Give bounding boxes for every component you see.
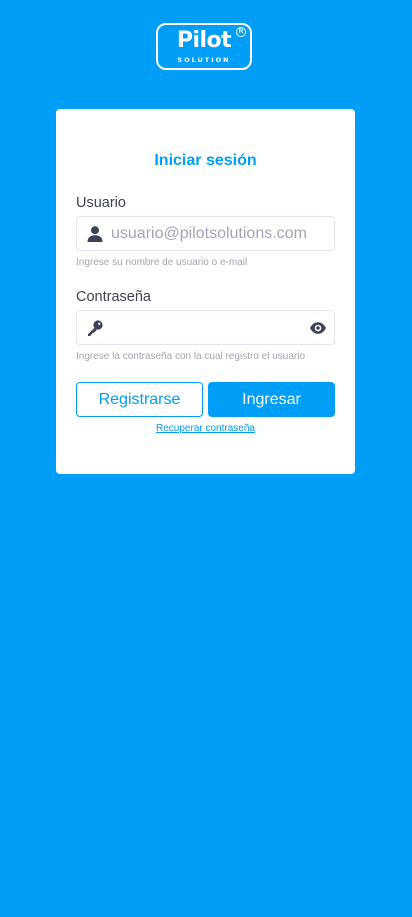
username-field[interactable] [76,216,335,251]
pilot-solution-logo: Pilot SOLUTION R [156,23,252,70]
username-help-text: Ingrese su nombre de usuario o e-mail [76,257,248,268]
login-card: Iniciar sesión Usuario Ingrese su nombre… [56,109,355,474]
password-input[interactable] [111,311,326,344]
eye-icon[interactable] [309,320,327,336]
username-input[interactable] [111,217,326,250]
recover-password-link[interactable]: Recuperar contraseña [56,423,355,434]
register-button[interactable]: Registrarse [76,382,203,417]
password-help-text: Ingrese la contraseña con la cual regist… [76,351,306,362]
username-label: Usuario [76,195,126,211]
logo-subtitle: SOLUTION [177,56,231,64]
login-title: Iniciar sesión [154,152,257,169]
login-button[interactable]: Ingresar [208,382,335,417]
password-field[interactable] [76,310,335,345]
user-icon [87,226,103,242]
registered-mark: R [236,27,246,37]
key-icon [88,320,103,336]
password-label: Contraseña [76,289,151,305]
